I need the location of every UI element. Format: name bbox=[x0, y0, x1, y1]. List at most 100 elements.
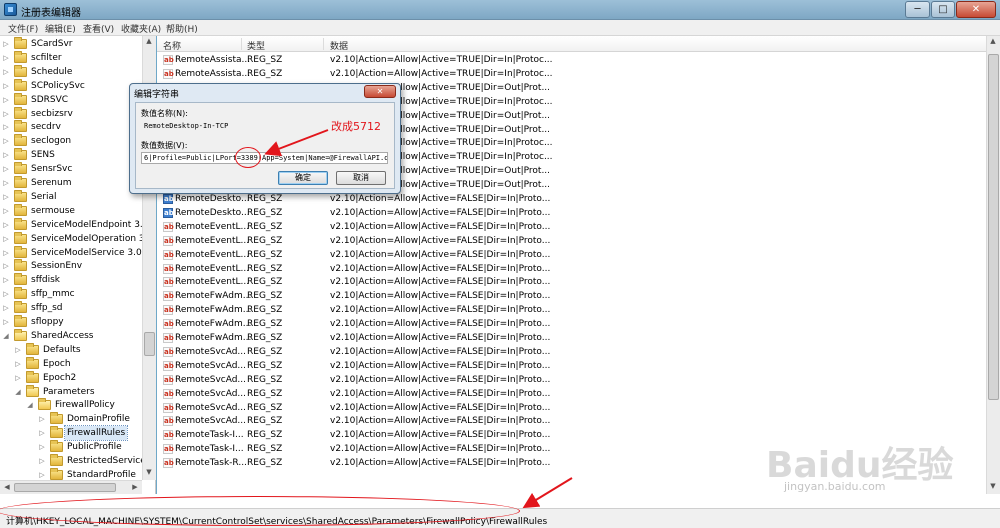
tree-item[interactable]: ▷ sffp_sd bbox=[0, 301, 142, 315]
expand-arrow-icon[interactable]: ▷ bbox=[2, 79, 10, 93]
tree-hscroll-thumb[interactable] bbox=[14, 483, 116, 492]
tree-item[interactable]: ▷ FirewallRules bbox=[0, 425, 142, 442]
tree-item[interactable]: ▷ ServiceModelOperation 3. bbox=[0, 231, 148, 246]
expand-arrow-icon[interactable]: ▷ bbox=[14, 371, 22, 385]
list-row[interactable]: ab RemoteEventL... REG_SZ v2.10|Action=Allo… bbox=[157, 220, 977, 234]
list-row[interactable]: ab RemoteSvcAd... REG_SZ v2.10|Action=Allow… bbox=[157, 387, 977, 401]
tree-item[interactable]: ◢ SharedAccess bbox=[0, 328, 142, 343]
column-header-data[interactable]: 数据 bbox=[330, 39, 348, 52]
list-row[interactable]: ab RemoteSvcAd... REG_SZ v2.10|Action=Allow… bbox=[157, 345, 977, 359]
tree-item[interactable]: ▷ PublicProfile bbox=[0, 440, 142, 454]
expand-arrow-icon[interactable]: ▷ bbox=[38, 440, 46, 454]
tree-item[interactable]: ◢ FirewallPolicy bbox=[0, 398, 142, 412]
expand-arrow-icon[interactable]: ▷ bbox=[2, 176, 10, 190]
column-separator[interactable] bbox=[241, 38, 242, 50]
cancel-button[interactable]: 取消 bbox=[336, 171, 386, 185]
expand-arrow-icon[interactable]: ▷ bbox=[2, 148, 10, 162]
list-row[interactable]: ab RemoteDeskto... REG_SZ v2.10|Action=Allo… bbox=[157, 206, 977, 220]
tree-item[interactable]: ▷ Epoch bbox=[0, 356, 142, 371]
collapse-arrow-icon[interactable]: ◢ bbox=[14, 385, 22, 399]
tree-horizontal-scrollbar[interactable]: ◀ ▶ bbox=[0, 480, 142, 494]
collapse-arrow-icon[interactable]: ◢ bbox=[2, 329, 10, 343]
tree-scroll-thumb[interactable] bbox=[144, 332, 155, 356]
scroll-left-icon[interactable]: ◀ bbox=[1, 483, 13, 491]
expand-arrow-icon[interactable]: ▷ bbox=[2, 51, 10, 65]
expand-arrow-icon[interactable]: ▷ bbox=[2, 162, 10, 176]
maximize-button[interactable]: □ bbox=[931, 1, 955, 18]
expand-arrow-icon[interactable]: ▷ bbox=[2, 107, 10, 121]
menu-help[interactable]: 帮助(H) bbox=[166, 22, 198, 35]
list-row[interactable]: ab RemoteDeskto... REG_SZ v2.10|Action=Allo… bbox=[157, 192, 977, 206]
list-row[interactable]: ab RemoteFwAdm... REG_SZ v2.10|Action=Allow… bbox=[157, 289, 977, 303]
expand-arrow-icon[interactable]: ▷ bbox=[14, 357, 22, 371]
list-row[interactable]: ab RemoteSvcAd... REG_SZ v2.10|Action=Allow… bbox=[157, 401, 977, 415]
expand-arrow-icon[interactable]: ▷ bbox=[2, 301, 10, 315]
list-row[interactable]: ab RemoteFwAdm... REG_SZ v2.10|Action=Allow… bbox=[157, 331, 977, 345]
expand-arrow-icon[interactable]: ▷ bbox=[2, 287, 10, 301]
scroll-right-icon[interactable]: ▶ bbox=[129, 483, 141, 491]
menu-edit[interactable]: 编辑(E) bbox=[45, 22, 76, 35]
tree-item[interactable]: ▷ Epoch2 bbox=[0, 370, 142, 385]
tree-item[interactable]: ▷ scfilter bbox=[0, 50, 142, 65]
expand-arrow-icon[interactable]: ▷ bbox=[14, 343, 22, 357]
scroll-up-icon[interactable]: ▲ bbox=[987, 37, 999, 45]
menu-view[interactable]: 查看(V) bbox=[83, 22, 114, 35]
list-row[interactable]: ab RemoteFwAdm... REG_SZ v2.10|Action=Allow… bbox=[157, 303, 977, 317]
expand-arrow-icon[interactable]: ▷ bbox=[2, 65, 10, 79]
expand-arrow-icon[interactable]: ▷ bbox=[2, 93, 10, 107]
list-row[interactable]: ab RemoteSvcAd... REG_SZ v2.10|Action=Allow… bbox=[157, 359, 977, 373]
menu-favorites[interactable]: 收藏夹(A) bbox=[121, 22, 161, 35]
expand-arrow-icon[interactable]: ▷ bbox=[2, 246, 10, 260]
expand-arrow-icon[interactable]: ▷ bbox=[2, 37, 10, 51]
tree-item[interactable]: ▷ ServiceModelService 3.0.0. bbox=[0, 245, 153, 260]
tree-item[interactable]: ▷ Defaults bbox=[0, 342, 142, 357]
tree-item[interactable]: ▷ secbizsrv bbox=[0, 106, 142, 121]
tree-item[interactable]: ▷ SCPolicySvc bbox=[0, 78, 142, 93]
dialog-close-button[interactable]: ✕ bbox=[364, 85, 396, 98]
expand-arrow-icon[interactable]: ▷ bbox=[2, 204, 10, 218]
minimize-button[interactable]: ─ bbox=[905, 1, 930, 18]
list-row[interactable]: abRemoteAssista...REG_SZ v2.10|Action=All… bbox=[157, 53, 977, 67]
scroll-up-icon[interactable]: ▲ bbox=[143, 37, 155, 45]
column-separator[interactable] bbox=[323, 38, 324, 50]
tree-item[interactable]: ▷ sermouse bbox=[0, 203, 142, 218]
tree-item[interactable]: ▷ seclogon bbox=[0, 134, 142, 148]
list-scroll-thumb[interactable] bbox=[988, 54, 999, 400]
tree-item[interactable]: ▷ SessionEnv bbox=[0, 259, 142, 273]
ok-button[interactable]: 确定 bbox=[278, 171, 328, 185]
list-row[interactable]: ab RemoteSvcAd... REG_SZ v2.10|Action=Allow… bbox=[157, 373, 977, 387]
expand-arrow-icon[interactable]: ▷ bbox=[2, 259, 10, 273]
tree-item[interactable]: ▷ SCardSvr bbox=[0, 37, 142, 51]
tree-item[interactable]: ▷ SDRSVC bbox=[0, 92, 142, 107]
list-row[interactable]: ab RemoteEventL... REG_SZ v2.10|Action=Allo… bbox=[157, 248, 977, 262]
list-row[interactable]: ab RemoteEventL... REG_SZ v2.10|Action=Allo… bbox=[157, 275, 977, 289]
tree-item[interactable]: ▷ SENS bbox=[0, 148, 142, 162]
tree-item[interactable]: ▷ sffp_mmc bbox=[0, 287, 142, 301]
tree-item[interactable]: ▷ Serial bbox=[0, 189, 142, 204]
expand-arrow-icon[interactable]: ▷ bbox=[38, 426, 46, 440]
tree-item[interactable]: ▷ sfloppy bbox=[0, 315, 142, 329]
tree-item[interactable]: ▷ secdrv bbox=[0, 120, 142, 134]
list-row[interactable]: ab RemoteEventL... REG_SZ v2.10|Action=Allo… bbox=[157, 234, 977, 248]
expand-arrow-icon[interactable]: ▷ bbox=[2, 273, 10, 287]
tree-item[interactable]: ▷ RestrictedService bbox=[0, 454, 146, 468]
menu-file[interactable]: 文件(F) bbox=[8, 22, 38, 35]
scroll-down-icon[interactable]: ▼ bbox=[143, 468, 155, 476]
expand-arrow-icon[interactable]: ▷ bbox=[2, 120, 10, 134]
list-row[interactable]: ab RemoteFwAdm... REG_SZ v2.10|Action=Allow… bbox=[157, 317, 977, 331]
list-row[interactable]: ab RemoteEventL... REG_SZ v2.10|Action=Allo… bbox=[157, 262, 977, 276]
expand-arrow-icon[interactable]: ▷ bbox=[2, 218, 10, 232]
expand-arrow-icon[interactable]: ▷ bbox=[2, 134, 10, 148]
tree-item[interactable]: ▷ Serenum bbox=[0, 176, 142, 190]
tree-item[interactable]: ◢ Parameters bbox=[0, 384, 142, 399]
collapse-arrow-icon[interactable]: ◢ bbox=[26, 398, 34, 412]
expand-arrow-icon[interactable]: ▷ bbox=[38, 412, 46, 426]
expand-arrow-icon[interactable]: ▷ bbox=[2, 315, 10, 329]
tree-item[interactable]: ▷ SensrSvc bbox=[0, 162, 142, 176]
scroll-down-icon[interactable]: ▼ bbox=[987, 482, 999, 490]
expand-arrow-icon[interactable]: ▷ bbox=[2, 190, 10, 204]
tree-item[interactable]: ▷ ServiceModelEndpoint 3.0 bbox=[0, 217, 149, 232]
close-button[interactable]: ✕ bbox=[956, 1, 996, 18]
list-row[interactable]: ab RemoteSvcAd... REG_SZ v2.10|Action=Allow… bbox=[157, 414, 977, 428]
value-data-input[interactable]: 6|Profile=Public|LPort=3389|App=System|N… bbox=[141, 152, 388, 164]
